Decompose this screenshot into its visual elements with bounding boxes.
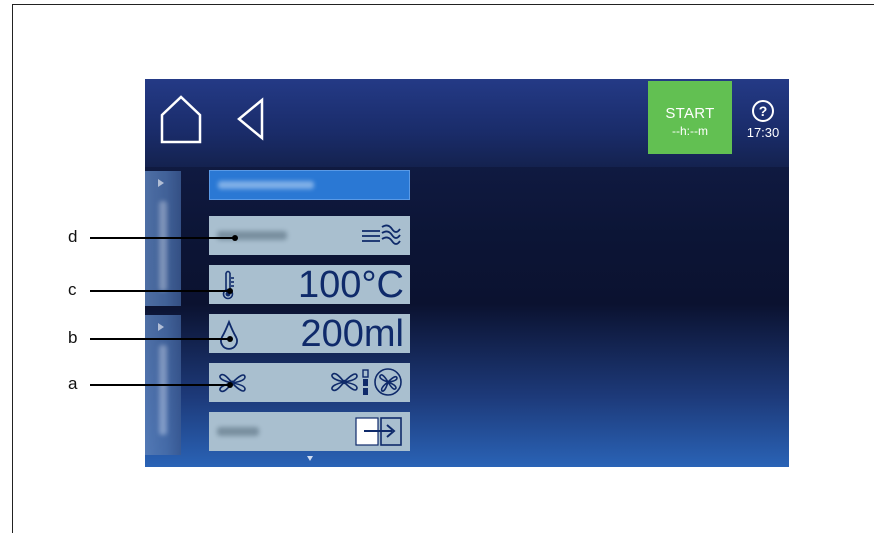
exit-row[interactable]	[209, 412, 410, 451]
program-title	[218, 181, 314, 189]
volume-value: 200ml	[300, 313, 405, 355]
callout-c: c	[68, 280, 77, 299]
leader-dot-b	[227, 336, 233, 342]
temperature-row[interactable]: 100°C	[209, 264, 410, 306]
home-button[interactable]	[159, 93, 203, 145]
leader-dot-d	[232, 235, 238, 241]
callout-a: a	[68, 374, 78, 393]
fan-row[interactable]	[209, 363, 410, 402]
leader-line-c	[90, 290, 230, 292]
home-icon	[160, 95, 202, 144]
temperature-value: 100°C	[297, 264, 404, 306]
svg-text:?: ?	[759, 103, 768, 119]
exit-door-icon	[354, 415, 404, 452]
help-icon: ?	[752, 100, 774, 122]
exit-label	[217, 427, 259, 436]
callout-d: d	[68, 227, 78, 246]
clock: 17:30	[746, 125, 780, 140]
expand-arrow-icon	[158, 179, 164, 187]
fan-direction-icon	[372, 366, 404, 403]
start-time: --h:--m	[672, 124, 708, 138]
back-button[interactable]	[235, 97, 265, 141]
fan-speed-icon	[330, 366, 374, 403]
leader-dot-c	[227, 288, 233, 294]
callout-b: b	[68, 328, 78, 347]
mode-row[interactable]	[209, 216, 410, 255]
help-button[interactable]: ? 17:30	[739, 99, 787, 140]
leader-line-b	[90, 338, 230, 340]
side-tab-label	[159, 201, 167, 291]
expand-arrow-icon	[158, 323, 164, 331]
top-bar: START --h:--m ? 17:30	[145, 79, 789, 167]
start-button[interactable]: START --h:--m	[648, 81, 732, 154]
leader-line-d	[90, 237, 235, 239]
side-tab-label	[159, 345, 167, 435]
device-screen: START --h:--m ? 17:30 100°C 200ml	[145, 79, 789, 467]
program-title-bar[interactable]	[209, 170, 410, 200]
volume-row[interactable]: 200ml	[209, 313, 410, 355]
start-label: START	[665, 105, 715, 122]
steam-icon	[358, 219, 404, 256]
leader-line-a	[90, 384, 230, 386]
back-arrow-icon	[237, 97, 264, 141]
scroll-down-indicator[interactable]	[307, 456, 313, 461]
leader-dot-a	[227, 382, 233, 388]
